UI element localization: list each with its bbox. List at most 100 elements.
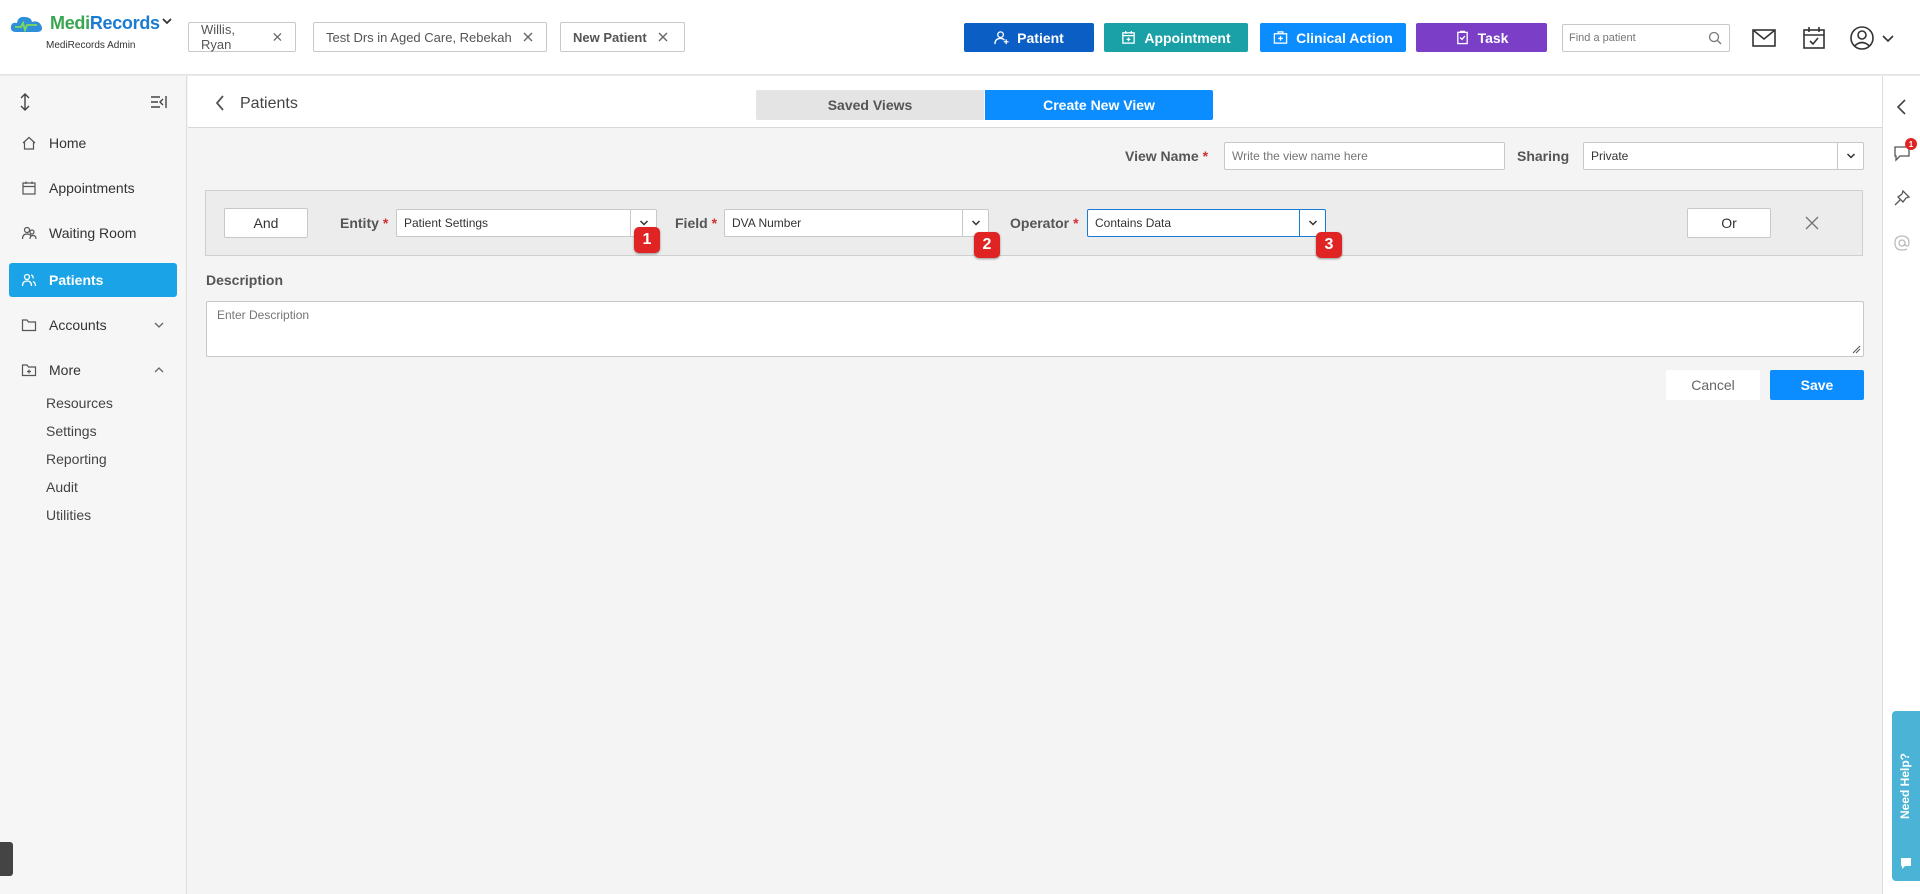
annotation-badge-3: 3 (1316, 232, 1342, 258)
sharing-value: Private (1591, 149, 1629, 163)
pin-icon[interactable] (1893, 189, 1911, 207)
notification-badge: 1 (1905, 138, 1917, 150)
sidebar-item-label: Home (49, 135, 87, 151)
sidebar-item-label: Waiting Room (49, 225, 137, 241)
new-appointment-button[interactable]: Appointment (1104, 23, 1248, 52)
sidebar: Home Appointments Waiting Room Patients … (0, 76, 187, 894)
new-task-button[interactable]: Task (1416, 23, 1547, 52)
entity-label: Entity * (340, 215, 389, 231)
description-label: Description (206, 272, 284, 288)
field-label: Field * (675, 215, 718, 231)
sidebar-item-home[interactable]: Home (9, 126, 177, 160)
main-content: Patients Saved Views Create New View Vie… (188, 76, 1882, 894)
close-icon[interactable] (1804, 215, 1820, 231)
mail-icon[interactable] (1751, 25, 1777, 51)
sidebar-sub-reporting[interactable]: Reporting (46, 451, 107, 467)
app-logo[interactable]: MediRecords MediRecords Admin (10, 8, 180, 54)
sidebar-item-more[interactable]: More (9, 353, 177, 387)
operator-value: Contains Data (1095, 216, 1172, 230)
sidebar-sub-audit[interactable]: Audit (46, 479, 78, 495)
find-patient-input[interactable] (1563, 25, 1703, 51)
sidebar-item-label: More (49, 362, 81, 378)
chevron-down-icon[interactable] (153, 319, 165, 331)
filter-rule-row: And Entity * Patient Settings 1 Field * DV… (205, 190, 1863, 258)
cloud-logo-icon (10, 16, 42, 33)
entity-select[interactable]: Patient Settings (396, 209, 657, 237)
brand-name: MediRecords (50, 13, 160, 33)
sharing-select[interactable]: Private (1583, 142, 1864, 170)
search-icon[interactable] (1708, 31, 1722, 45)
cancel-button[interactable]: Cancel (1666, 370, 1760, 400)
top-bar: MediRecords MediRecords Admin Willis, Ry… (0, 0, 1920, 75)
open-tab-test-drs[interactable]: Test Drs in Aged Care, Rebekah (313, 22, 547, 52)
save-button[interactable]: Save (1770, 370, 1864, 400)
and-button[interactable]: And (224, 208, 308, 238)
sharing-dropdown-toggle[interactable] (1837, 143, 1863, 169)
home-icon (22, 136, 36, 150)
sidebar-item-waiting-room[interactable]: Waiting Room (9, 216, 177, 250)
sidebar-item-appointments[interactable]: Appointments (9, 171, 177, 205)
side-drawer-handle[interactable] (0, 842, 13, 876)
open-tab-new-patient[interactable]: New Patient (560, 22, 685, 52)
user-account-icon[interactable] (1849, 25, 1875, 51)
sidebar-sub-utilities[interactable]: Utilities (46, 507, 91, 523)
close-icon[interactable] (272, 31, 283, 43)
need-help-button[interactable]: Need Help? (1892, 711, 1920, 881)
description-field[interactable] (206, 301, 1864, 357)
find-patient-search[interactable] (1562, 24, 1730, 52)
add-person-icon (994, 31, 1009, 45)
sidebar-item-label: Accounts (49, 317, 107, 333)
new-patient-button[interactable]: Patient (964, 23, 1094, 52)
chevron-down-icon (1308, 220, 1317, 226)
collapse-sidebar-icon[interactable] (150, 93, 168, 111)
tab-create-new-view[interactable]: Create New View (985, 90, 1213, 120)
open-tab-label: Willis, Ryan (201, 22, 235, 52)
at-sign-icon[interactable] (1893, 234, 1911, 252)
sidebar-sub-resources[interactable]: Resources (46, 395, 113, 411)
or-button[interactable]: Or (1687, 208, 1771, 238)
chevron-down-icon (1846, 153, 1855, 159)
view-name-input[interactable] (1224, 142, 1505, 170)
resize-grip-icon[interactable] (1851, 344, 1861, 354)
page-header: Patients Saved Views Create New View (188, 76, 1882, 128)
appointment-button-label: Appointment (1144, 29, 1231, 46)
sidebar-tools (18, 92, 174, 112)
chevron-left-icon[interactable] (1893, 98, 1911, 116)
clinical-action-button[interactable]: Clinical Action (1260, 23, 1406, 52)
chevron-down-icon[interactable] (160, 14, 174, 28)
open-tab-willis-ryan[interactable]: Willis, Ryan (188, 22, 296, 52)
calendar-icon (1122, 30, 1136, 44)
description-input[interactable] (207, 302, 1863, 356)
need-help-label: Need Help? (1898, 752, 1912, 819)
open-tab-label: Test Drs in Aged Care, Rebekah (326, 29, 512, 45)
calendar-check-icon[interactable] (1801, 25, 1827, 51)
open-tab-label: New Patient (573, 29, 647, 45)
medical-bag-icon (1273, 31, 1288, 44)
operator-select[interactable]: Contains Data (1087, 209, 1326, 237)
sidebar-item-label: Appointments (49, 180, 135, 196)
task-button-label: Task (1477, 29, 1509, 46)
close-icon[interactable] (657, 31, 669, 43)
help-chat-icon (1901, 858, 1911, 869)
tab-saved-views[interactable]: Saved Views (756, 90, 984, 120)
sidebar-item-patients[interactable]: Patients (9, 263, 177, 297)
clipboard-icon (1456, 30, 1468, 45)
chevron-down-icon[interactable] (1880, 25, 1896, 51)
patient-button-label: Patient (1017, 29, 1064, 46)
chevron-up-icon[interactable] (153, 364, 165, 376)
entity-value: Patient Settings (404, 216, 489, 230)
expand-vertical-icon[interactable] (18, 92, 32, 112)
annotation-badge-1: 1 (634, 227, 660, 253)
people-icon (21, 226, 37, 240)
folder-plus-icon (21, 364, 37, 377)
close-icon[interactable] (522, 31, 534, 43)
annotation-badge-2: 2 (974, 232, 1000, 258)
brand-subtitle: MediRecords Admin (46, 40, 136, 51)
patients-icon (21, 273, 37, 287)
calendar-icon (22, 181, 36, 195)
field-select[interactable]: DVA Number (724, 209, 989, 237)
sidebar-item-label: Patients (49, 272, 104, 288)
back-arrow-icon[interactable] (214, 94, 226, 112)
sidebar-sub-settings[interactable]: Settings (46, 423, 97, 439)
sidebar-item-accounts[interactable]: Accounts (9, 308, 177, 342)
